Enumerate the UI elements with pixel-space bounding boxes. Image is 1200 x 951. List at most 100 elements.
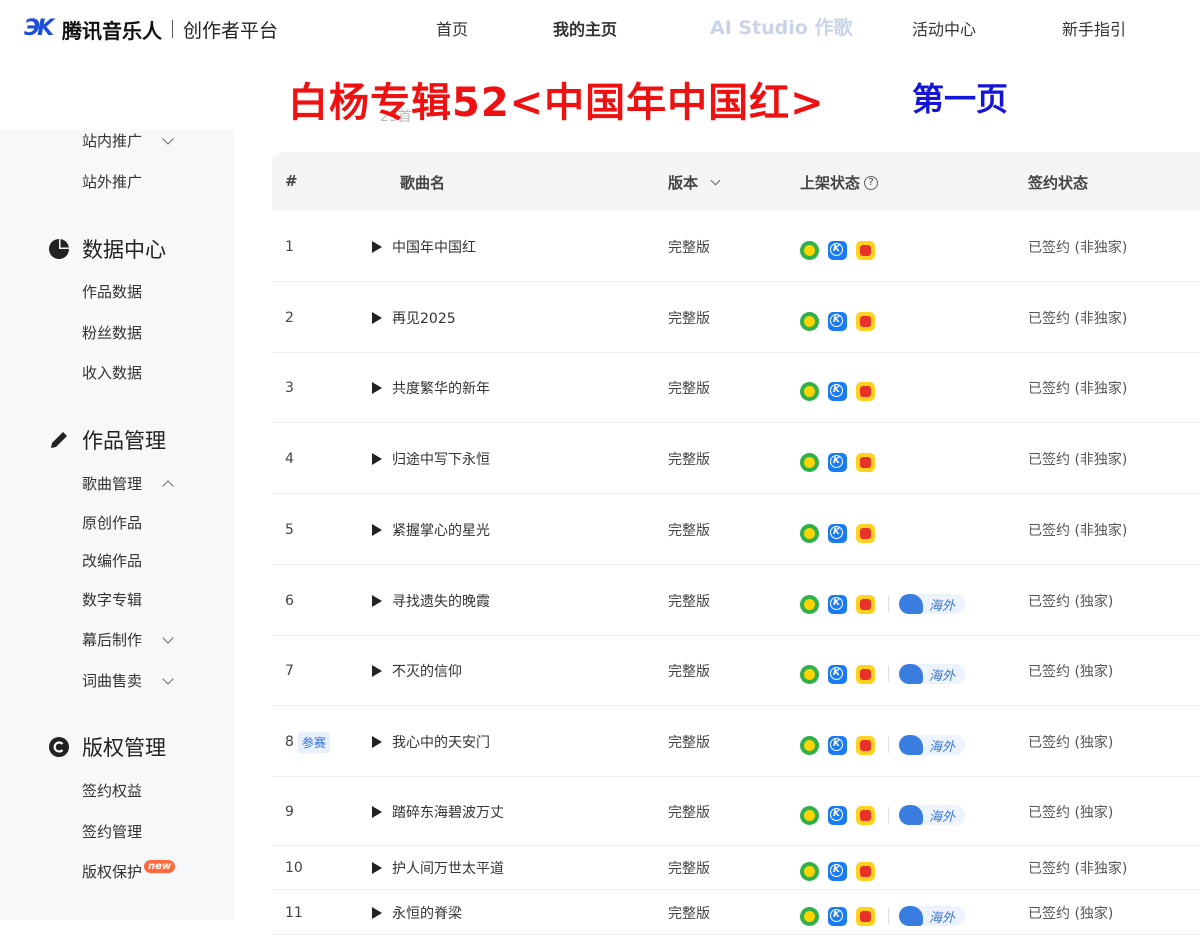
- table-row[interactable]: 8参赛 我心中的天安门 完整版 海外 已签约 (独家): [272, 706, 1200, 777]
- tme-logo-icon: ЭK: [24, 16, 54, 41]
- song-cell[interactable]: 护人间万世太平道: [372, 858, 504, 878]
- qq-music-icon: [800, 240, 819, 260]
- song-cell[interactable]: 再见2025: [372, 308, 456, 328]
- play-icon[interactable]: [372, 907, 382, 919]
- sidebar-item-sign-rights[interactable]: 签约权益: [82, 780, 142, 801]
- play-icon[interactable]: [372, 665, 382, 677]
- sidebar-item-song-management[interactable]: 歌曲管理: [82, 473, 174, 494]
- version-cell: 完整版: [668, 452, 710, 468]
- table-row[interactable]: 10 护人间万世太平道 完整版 已签约 (非独家): [272, 846, 1200, 890]
- sidebar-item-adapted-works[interactable]: 改编作品: [82, 550, 142, 571]
- overseas-wave-icon: [899, 664, 923, 684]
- play-icon[interactable]: [372, 382, 382, 394]
- kugou-icon: [828, 735, 847, 755]
- nav-guide[interactable]: 新手指引: [1062, 16, 1126, 40]
- top-bar: ЭK 腾讯音乐人 创作者平台 首页 我的主页 AI Studio 作歌 活动中心…: [0, 0, 1200, 56]
- sidebar-item-original-works[interactable]: 原创作品: [82, 512, 142, 533]
- song-name[interactable]: 归途中写下永恒: [392, 449, 490, 469]
- play-icon[interactable]: [372, 806, 382, 818]
- nav-ai-studio[interactable]: AI Studio 作歌: [710, 13, 852, 40]
- col-version[interactable]: 版本: [668, 172, 721, 193]
- sidebar-item-copyright-protect[interactable]: 版权保护 new: [82, 860, 176, 882]
- table-row[interactable]: 6 寻找遗失的晚霞 完整版 海外 已签约 (独家): [272, 565, 1200, 636]
- song-cell[interactable]: 中国年中国红: [372, 237, 476, 257]
- song-name[interactable]: 中国年中国红: [392, 237, 476, 257]
- sidebar-item-song-sale[interactable]: 词曲售卖: [82, 670, 174, 691]
- sign-status: 已签约 (非独家): [1028, 381, 1128, 397]
- song-name[interactable]: 紧握掌心的星光: [392, 520, 490, 540]
- song-cell[interactable]: 不灭的信仰: [372, 661, 462, 681]
- status-cell: [800, 310, 884, 332]
- table-row[interactable]: 4 归途中写下永恒 完整版 已签约 (非独家): [272, 423, 1200, 494]
- status-cell: 海外: [800, 734, 966, 756]
- version-cell: 完整版: [668, 240, 710, 256]
- kugou-icon: [828, 240, 847, 260]
- row-index: 3: [285, 380, 294, 396]
- song-cell[interactable]: 我心中的天安门: [372, 732, 490, 752]
- sidebar-item-work-data[interactable]: 作品数据: [82, 281, 142, 302]
- song-name[interactable]: 不灭的信仰: [392, 661, 462, 681]
- platform-name: 创作者平台: [183, 19, 279, 42]
- kugou-icon: [828, 861, 847, 881]
- qq-music-icon: [800, 861, 819, 881]
- help-icon[interactable]: ?: [864, 175, 879, 190]
- table-row[interactable]: 7 不灭的信仰 完整版 海外 已签约 (独家): [272, 636, 1200, 706]
- qq-music-icon: [800, 311, 819, 331]
- version-cell: 完整版: [668, 381, 710, 397]
- col-index: #: [285, 172, 298, 190]
- play-icon[interactable]: [372, 312, 382, 324]
- song-name[interactable]: 再见2025: [392, 308, 456, 328]
- song-cell[interactable]: 寻找遗失的晚霞: [372, 591, 490, 611]
- song-name[interactable]: 我心中的天安门: [392, 732, 490, 752]
- brand-name: 腾讯音乐人: [62, 18, 162, 43]
- kugou-icon: [828, 452, 847, 472]
- sidebar-item-income-data[interactable]: 收入数据: [82, 362, 142, 383]
- song-name[interactable]: 踏碎东海碧波万丈: [392, 802, 504, 822]
- nav-my-page[interactable]: 我的主页: [553, 16, 617, 40]
- table-row[interactable]: 1 中国年中国红 完整版 已签约 (非独家): [272, 211, 1200, 282]
- song-cell[interactable]: 归途中写下永恒: [372, 449, 490, 469]
- play-icon[interactable]: [372, 862, 382, 874]
- sidebar-group-data[interactable]: 数据中心: [48, 234, 166, 264]
- song-name[interactable]: 永恒的脊梁: [392, 903, 462, 923]
- song-cell[interactable]: 紧握掌心的星光: [372, 520, 490, 540]
- sidebar-group-copyright[interactable]: 版权管理: [48, 732, 166, 762]
- overseas-badge: 海外: [899, 735, 966, 755]
- play-icon[interactable]: [372, 524, 382, 536]
- sidebar-item-production[interactable]: 幕后制作: [82, 629, 174, 650]
- table-row[interactable]: 9 踏碎东海碧波万丈 完整版 海外 已签约 (独家): [272, 777, 1200, 846]
- table-row[interactable]: 11 永恒的脊梁 完整版 海外 已签约 (独家): [272, 890, 1200, 935]
- chevron-up-icon: [162, 479, 174, 492]
- kugou-icon: [828, 664, 847, 684]
- table-row[interactable]: 3 共度繁华的新年 完整版 已签约 (非独家): [272, 353, 1200, 423]
- page-indicator: 第一页: [912, 80, 1009, 118]
- sidebar-item-onsite-promo[interactable]: 站内推广: [82, 130, 174, 151]
- row-index: 2: [285, 310, 294, 326]
- logo[interactable]: ЭK 腾讯音乐人 创作者平台: [24, 14, 278, 44]
- song-cell[interactable]: 共度繁华的新年: [372, 378, 490, 398]
- overseas-badge: 海外: [899, 906, 966, 926]
- sidebar-item-offsite-promo[interactable]: 站外推广: [82, 171, 142, 192]
- play-icon[interactable]: [372, 453, 382, 465]
- sidebar-group-works[interactable]: 作品管理: [48, 425, 166, 455]
- song-cell[interactable]: 永恒的脊梁: [372, 903, 462, 923]
- table-row[interactable]: 5 紧握掌心的星光 完整版 已签约 (非独家): [272, 494, 1200, 565]
- divider: [888, 807, 889, 823]
- sidebar-item-digital-album[interactable]: 数字专辑: [82, 589, 142, 610]
- sidebar-item-sign-management[interactable]: 签约管理: [82, 821, 142, 842]
- play-icon[interactable]: [372, 241, 382, 253]
- nav-events[interactable]: 活动中心: [912, 16, 976, 40]
- song-cell[interactable]: 踏碎东海碧波万丈: [372, 802, 504, 822]
- song-name[interactable]: 寻找遗失的晚霞: [392, 591, 490, 611]
- status-cell: 海外: [800, 593, 966, 615]
- kugou-icon: [828, 594, 847, 614]
- sidebar-item-fan-data[interactable]: 粉丝数据: [82, 322, 142, 343]
- sign-status: 已签约 (非独家): [1028, 523, 1128, 539]
- song-name[interactable]: 共度繁华的新年: [392, 378, 490, 398]
- play-icon[interactable]: [372, 595, 382, 607]
- nav-home[interactable]: 首页: [436, 16, 468, 40]
- song-name[interactable]: 护人间万世太平道: [392, 858, 504, 878]
- new-badge: new: [144, 860, 176, 873]
- table-row[interactable]: 2 再见2025 完整版 已签约 (非独家): [272, 282, 1200, 353]
- play-icon[interactable]: [372, 736, 382, 748]
